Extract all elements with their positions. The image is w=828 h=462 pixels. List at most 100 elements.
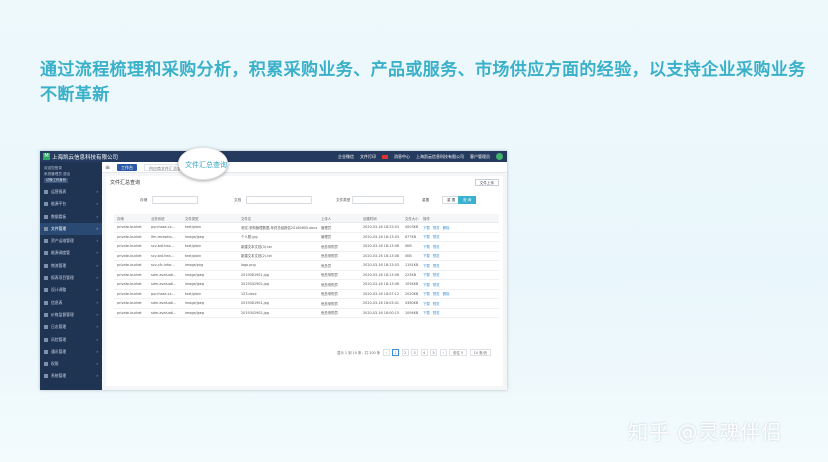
table-cell: text/plain [182,289,238,299]
main-area: ≡ 工作台 供应商文件汇总查询 文件汇总查询 文件上传 存储 文档 文件类型 重… [102,162,507,390]
table-cell: 2019342902.jpg [238,279,318,290]
row-action-link[interactable]: 预览 [433,245,440,249]
search-button[interactable]: 查 询 [458,196,477,204]
menu-item-icon [44,202,48,207]
row-action-link[interactable]: 下载 [423,264,430,268]
row-action-link[interactable]: 预览 [433,226,440,230]
table-cell: 新建文本文档(2).txt [238,251,318,261]
row-actions: 下载 预览 [420,251,499,261]
sidebar-item[interactable]: 能源平台 › [40,198,102,210]
page-button[interactable]: 3 [411,349,419,356]
row-action-link[interactable]: 预览 [433,254,440,258]
row-action-link[interactable]: 下载 [423,311,430,315]
row-action-link[interactable]: 预览 [433,311,440,315]
table-cell: 倪总采购员 [318,298,360,309]
table-cell: private-bucket [114,270,148,280]
menu-toggle-icon[interactable]: ≡ [105,164,110,171]
table-cell: 测试-采购管理数据-年终总结报告20180605.docx [238,222,318,233]
table-row: private-bucket sdm-evaluati... image/jpeg 2… [114,298,499,309]
chevron-right-icon: › [96,201,98,207]
sidebar-item[interactable]: 通讯管理 › [40,346,102,358]
menu-item-icon [44,214,48,219]
doc-input[interactable] [246,196,312,204]
row-action-link[interactable]: 删除 [443,292,450,296]
upload-button[interactable]: 文件上传 [474,179,499,186]
sidebar-item-label: 能源调度管 [51,250,70,256]
row-action-link[interactable]: 预览 [433,264,440,268]
sidebar-item[interactable]: 权限 › [40,358,102,370]
page-button[interactable]: 4 [420,349,428,356]
page-button[interactable]: 5 [430,349,438,356]
sidebar-item[interactable]: 能源调度管 › [40,247,102,259]
table-cell: 2020-03-16 18:13:08 [360,251,402,261]
prev-page-button[interactable]: ‹ [382,349,390,356]
table-cell: 2020-03-16 18:00:15 [360,308,402,318]
tab-home[interactable]: 工作台 [117,164,137,171]
topbar-links: 企业微信 文件打印 消息中心 上海凯云信息科技有限公司 客户管理员 [338,153,503,160]
table-cell: 2020-03-16 18:13:08 [360,241,402,252]
storage-input[interactable] [152,196,198,204]
sidebar-item[interactable]: 系统管理 › [40,370,102,382]
row-action-link[interactable]: 下载 [423,235,430,239]
row-action-link[interactable]: 预览 [433,273,440,277]
sidebar-item[interactable]: 设计调整 › [40,284,102,296]
sidebar-item[interactable]: 信息表 › [40,297,102,309]
topbar-link[interactable]: 客户管理员 [470,154,490,160]
sidebar-item[interactable]: 报表项目管理 › [40,272,102,284]
row-action-link[interactable]: 预览 [433,283,440,287]
type-select[interactable] [352,196,404,204]
goto-page-input[interactable]: 前往 5 [449,349,468,356]
table-cell: private-bucket [114,298,148,309]
next-page-button[interactable]: › [439,349,447,356]
table-cell: image/jpeg [182,270,238,280]
column-header: 创建时间 [360,214,402,223]
flag-icon[interactable] [382,154,388,159]
top-bar: M 上海凯云信息科技有限公司 企业微信 文件打印 消息中心 上海凯云信息科技有限… [40,151,507,162]
page-button[interactable]: 2 [401,349,409,356]
topbar-link[interactable]: 上海凯云信息科技有限公司 [416,154,464,160]
topbar-link[interactable]: 消息中心 [394,154,410,160]
table-cell: 新建文本文档(3).txt [238,241,318,252]
switch-role-button[interactable]: 切换工作身份 [44,178,68,183]
table-cell: 2020KB [402,289,420,299]
table-row: private-bucket scv-cfc-infor... image/png l… [114,260,499,271]
table-cell: 倪总员 [318,260,360,271]
sidebar-item[interactable]: 数据看板 › [40,211,102,223]
chevron-right-icon: › [96,287,98,293]
chevron-right-icon: › [96,213,98,219]
table-cell: private-bucket [114,308,148,318]
filter-bar: 存储 文档 文件类型 重置 重 置 查 询 [106,195,503,207]
sidebar-item-label: 文件管理 [51,225,67,231]
topbar-link[interactable]: 企业微信 [338,154,354,160]
row-action-link[interactable]: 下载 [423,292,430,296]
table-cell: 2020-03-16 18:07:12 [360,289,402,299]
row-action-link[interactable]: 下载 [423,283,430,287]
chevron-right-icon: › [96,348,98,354]
sidebar-item[interactable]: 资产运维管理 › [40,235,102,247]
table-cell: 2020-03-16 18:25:03 [360,222,402,233]
sidebar-item[interactable]: 风险管理 › [40,334,102,346]
sidebar-item[interactable]: 文件管理 › [40,222,102,236]
sidebar-item[interactable]: 价格监督管理 › [40,309,102,321]
row-action-link[interactable]: 下载 [423,273,430,277]
table-cell: lfm-receptio... [148,232,182,242]
table-cell: scv-bid-hea... [148,241,182,252]
row-action-link[interactable]: 下载 [423,226,430,230]
row-action-link[interactable]: 预览 [433,235,440,239]
sidebar-item[interactable]: 物流管理 › [40,260,102,272]
column-header: 存储 [114,214,148,223]
table-cell: 1094KB [402,308,420,318]
page-size-select[interactable]: 10 条/页 [469,349,491,356]
sidebar-item[interactable]: 日志管理 › [40,321,102,333]
sidebar-item[interactable]: 运营报表 › [40,186,102,198]
topbar-link[interactable]: 文件打印 [360,154,376,160]
page-button[interactable]: 1 [392,349,400,356]
row-action-link[interactable]: 下载 [423,302,430,306]
user-role[interactable]: 系统管理员 退出 [44,171,98,177]
row-action-link[interactable]: 删除 [443,226,450,230]
row-action-link[interactable]: 下载 [423,254,430,258]
avatar[interactable] [496,153,503,160]
row-action-link[interactable]: 预览 [433,302,440,306]
row-action-link[interactable]: 下载 [423,245,430,249]
row-action-link[interactable]: 预览 [433,292,440,296]
